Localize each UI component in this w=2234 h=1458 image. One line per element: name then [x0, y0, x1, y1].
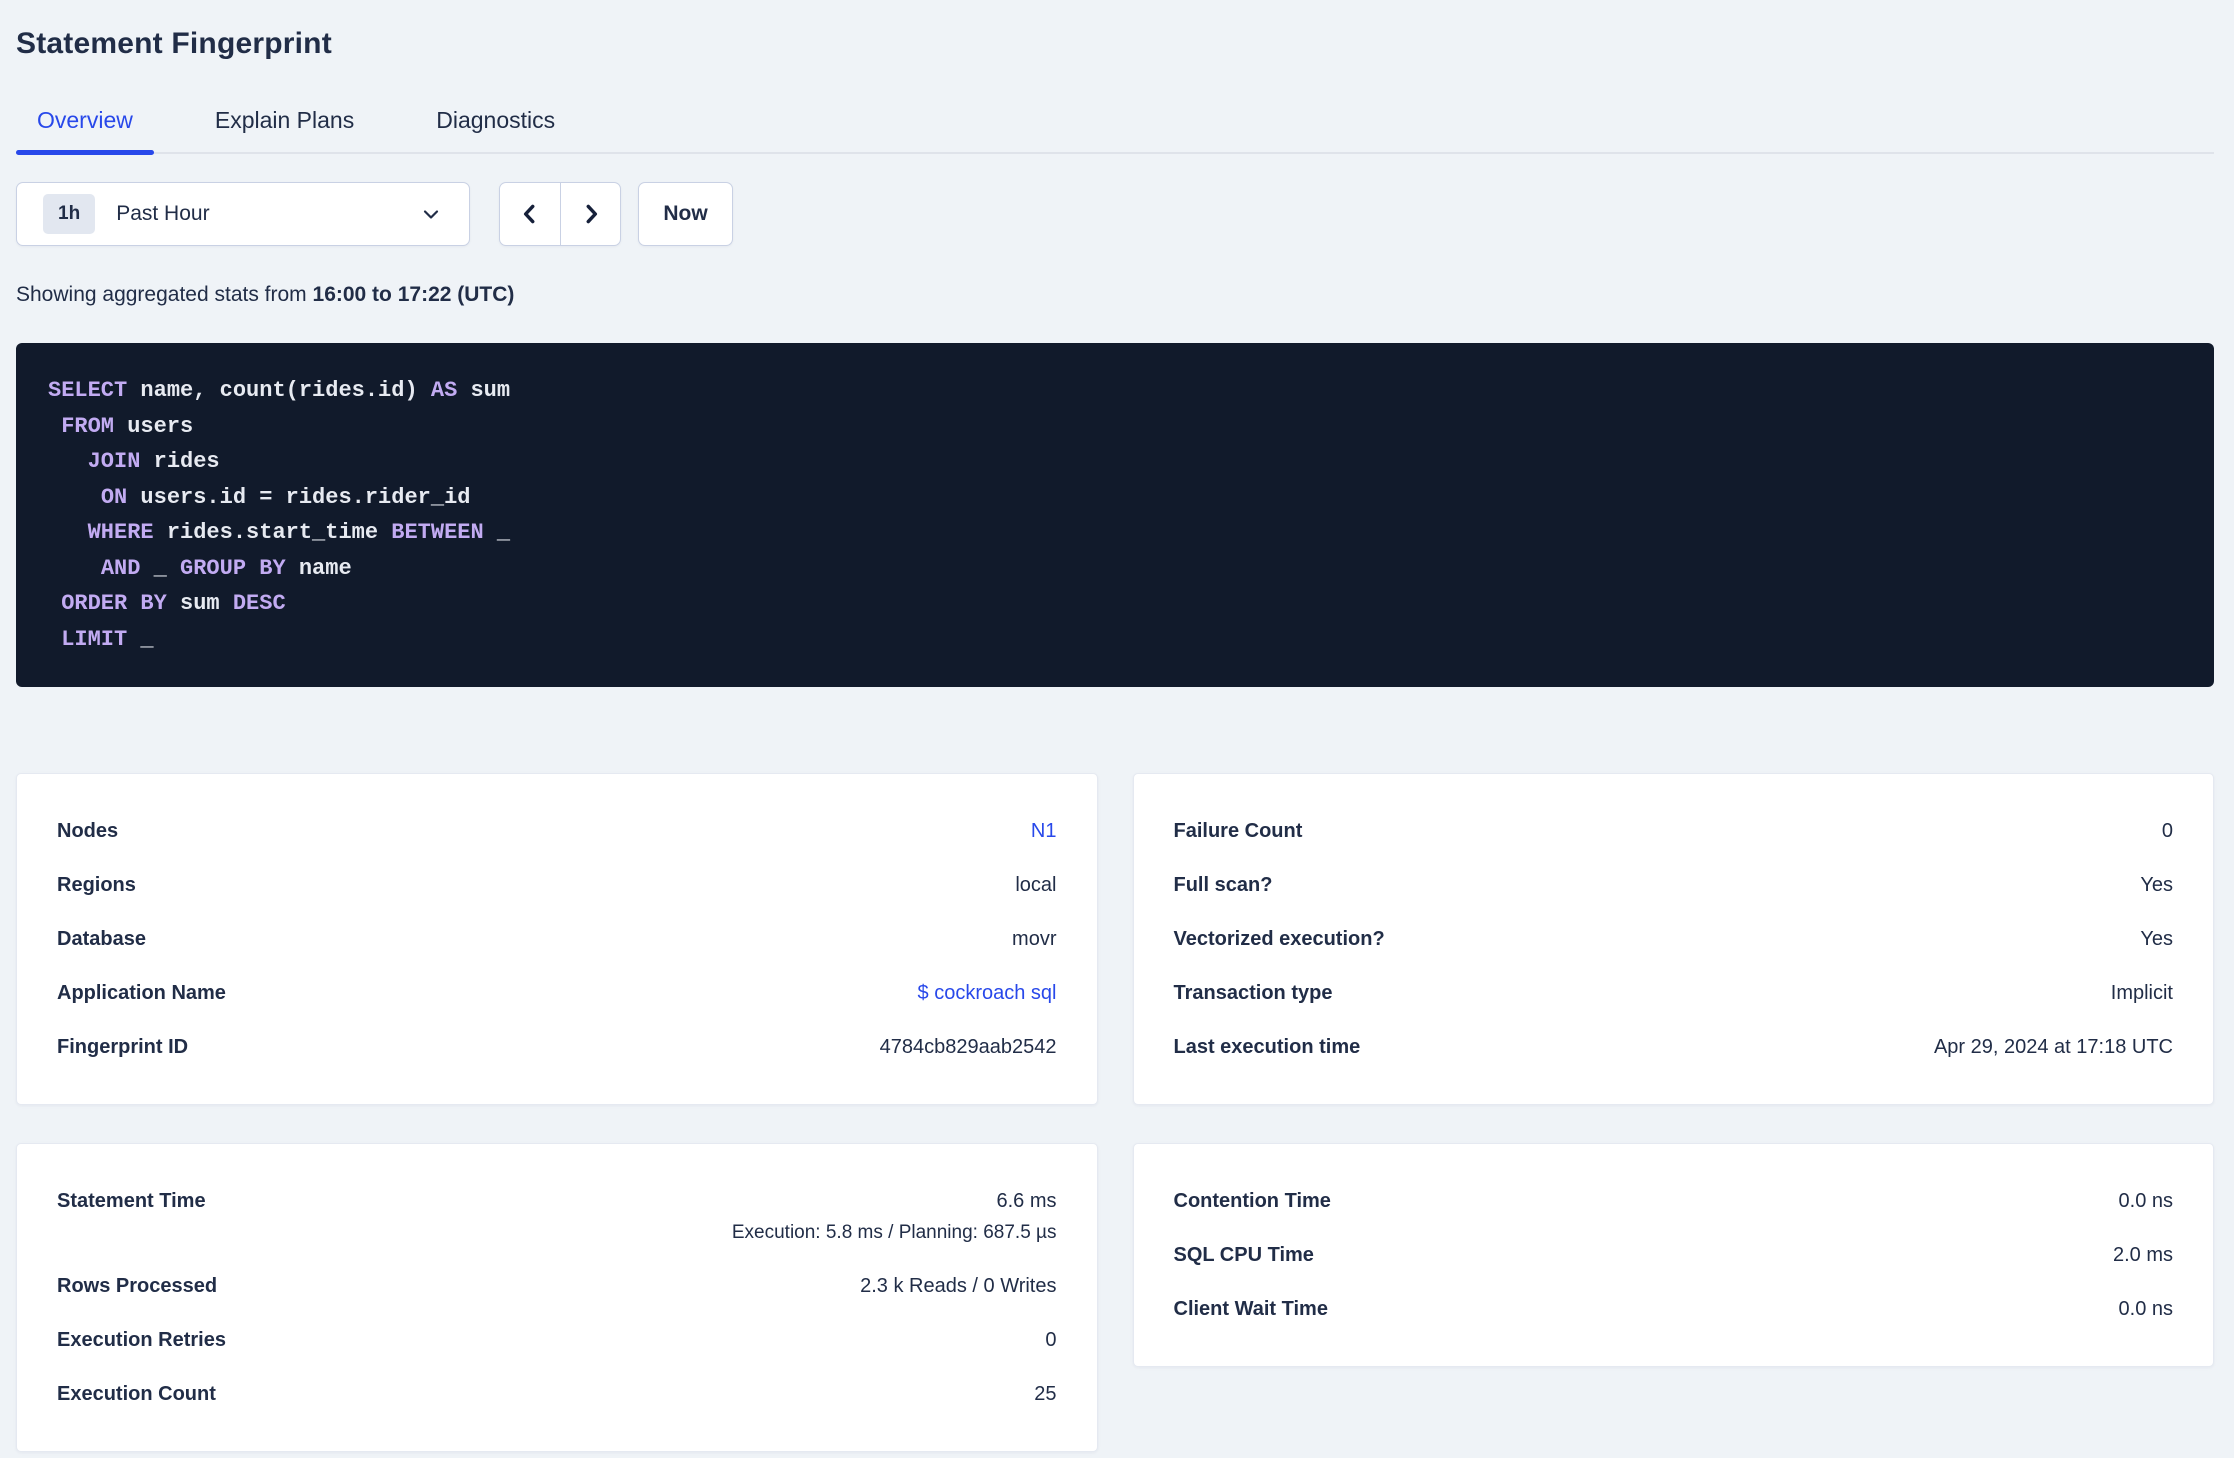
tab-explain-plans[interactable]: Explain Plans: [194, 100, 375, 152]
stats-caption-prefix: Showing aggregated stats from: [16, 283, 307, 306]
statement-time-breakdown: Execution: 5.8 ms / Planning: 687.5 µs: [731, 1222, 1057, 1243]
time-controls: 1h Past Hour Now: [16, 182, 2214, 246]
full-scan-value: Yes: [2140, 874, 2173, 896]
execution-retries-value: 0: [1045, 1329, 1057, 1351]
row-regions: Regions local: [57, 858, 1057, 912]
row-client-wait-time: Client Wait Time 0.0 ns: [1174, 1282, 2174, 1336]
last-execution-time-value: Apr 29, 2024 at 17:18 UTC: [1933, 1036, 2173, 1058]
row-execution-retries: Execution Retries 0: [57, 1313, 1057, 1367]
row-contention-time: Contention Time 0.0 ns: [1174, 1174, 2174, 1228]
now-button[interactable]: Now: [638, 182, 733, 246]
database-label: Database: [57, 928, 146, 950]
vectorized-execution-value: Yes: [2140, 928, 2173, 950]
overview-cards-row: Nodes N1 Regions local Database movr App…: [16, 773, 2214, 1105]
tab-bar: Overview Explain Plans Diagnostics: [16, 100, 2214, 155]
transaction-type-label: Transaction type: [1173, 982, 1333, 1004]
prev-time-button[interactable]: [500, 183, 560, 245]
row-vectorized-execution: Vectorized execution? Yes: [1174, 912, 2174, 966]
execution-count-label: Execution Count: [57, 1383, 216, 1405]
failure-count-value: 0: [2161, 820, 2173, 842]
statement-details-card: Nodes N1 Regions local Database movr App…: [16, 773, 1098, 1105]
row-nodes: Nodes N1: [57, 804, 1057, 858]
statement-time-label: Statement Time: [57, 1190, 206, 1212]
rows-processed-value: 2.3 k Reads / 0 Writes: [860, 1275, 1057, 1297]
timing-cards-row: Statement Time 6.6 ms Execution: 5.8 ms …: [16, 1143, 2214, 1452]
statement-times-card: Statement Time 6.6 ms Execution: 5.8 ms …: [16, 1143, 1098, 1452]
chevron-left-icon: [523, 204, 535, 224]
application-name-label: Application Name: [57, 982, 226, 1004]
transaction-type-value: Implicit: [2110, 982, 2173, 1004]
page-title: Statement Fingerprint: [16, 27, 332, 60]
statement-time-value: 6.6 ms: [996, 1190, 1057, 1212]
row-application-name: Application Name $ cockroach sql: [57, 966, 1057, 1020]
tab-explain-plans-label: Explain Plans: [214, 107, 355, 133]
next-time-button[interactable]: [560, 183, 620, 245]
stats-caption: Showing aggregated stats from 16:00 to 1…: [16, 283, 2214, 307]
row-last-execution-time: Last execution time Apr 29, 2024 at 17:1…: [1174, 1020, 2174, 1074]
chevron-right-icon: [586, 204, 597, 224]
vectorized-execution-label: Vectorized execution?: [1173, 928, 1385, 950]
row-rows-processed: Rows Processed 2.3 k Reads / 0 Writes: [57, 1259, 1057, 1313]
contention-time-value: 0.0 ns: [2118, 1190, 2173, 1212]
time-range-label: Past Hour: [116, 202, 210, 225]
tab-diagnostics[interactable]: Diagnostics: [415, 100, 576, 152]
contention-time-label: Contention Time: [1173, 1190, 1331, 1212]
sql-code: SELECT name, count(rides.id) AS sum FROM…: [48, 378, 511, 652]
row-transaction-type: Transaction type Implicit: [1174, 966, 2174, 1020]
stats-caption-range: 16:00 to 17:22 (UTC): [312, 283, 515, 306]
rows-processed-label: Rows Processed: [57, 1275, 218, 1297]
fingerprint-id-value: 4784cb829aab2542: [879, 1036, 1057, 1058]
client-wait-time-value: 0.0 ns: [2118, 1298, 2173, 1320]
last-execution-time-label: Last execution time: [1173, 1036, 1361, 1058]
tab-diagnostics-label: Diagnostics: [436, 107, 556, 133]
wait-times-card: Contention Time 0.0 ns SQL CPU Time 2.0 …: [1132, 1143, 2214, 1367]
database-value: movr: [1012, 928, 1057, 950]
tab-overview[interactable]: Overview: [16, 100, 154, 155]
execution-attributes-card: Failure Count 0 Full scan? Yes Vectorize…: [1132, 773, 2214, 1105]
sql-cpu-time-label: SQL CPU Time: [1173, 1244, 1314, 1266]
row-database: Database movr: [57, 912, 1057, 966]
execution-retries-label: Execution Retries: [57, 1329, 226, 1351]
row-execution-count: Execution Count 25: [57, 1367, 1057, 1421]
regions-label: Regions: [57, 874, 136, 896]
row-statement-time: Statement Time 6.6 ms Execution: 5.8 ms …: [57, 1174, 1057, 1259]
row-sql-cpu-time: SQL CPU Time 2.0 ms: [1174, 1228, 2174, 1282]
time-range-dropdown[interactable]: 1h Past Hour: [16, 182, 470, 246]
fingerprint-id-label: Fingerprint ID: [57, 1036, 189, 1058]
sql-statement-box: SELECT name, count(rides.id) AS sum FROM…: [16, 343, 2214, 687]
full-scan-label: Full scan?: [1173, 874, 1273, 896]
tab-overview-label: Overview: [37, 107, 133, 133]
chevron-down-icon: [423, 210, 439, 219]
application-name-link[interactable]: $ cockroach sql: [918, 981, 1057, 1005]
sql-cpu-time-value: 2.0 ms: [2112, 1244, 2173, 1266]
row-fingerprint-id: Fingerprint ID 4784cb829aab2542: [57, 1020, 1057, 1074]
nodes-label: Nodes: [57, 820, 119, 842]
failure-count-label: Failure Count: [1173, 820, 1303, 842]
row-full-scan: Full scan? Yes: [1174, 858, 2174, 912]
nodes-link[interactable]: N1: [1031, 819, 1057, 843]
time-range-badge: 1h: [43, 194, 96, 234]
statement-fingerprint-page: Statement Fingerprint Overview Explain P…: [0, 26, 2234, 1452]
regions-value: local: [1015, 874, 1057, 896]
row-failure-count: Failure Count 0: [1174, 804, 2174, 858]
execution-count-value: 25: [1034, 1383, 1057, 1405]
client-wait-time-label: Client Wait Time: [1173, 1298, 1328, 1320]
time-step-buttons: [499, 182, 621, 246]
